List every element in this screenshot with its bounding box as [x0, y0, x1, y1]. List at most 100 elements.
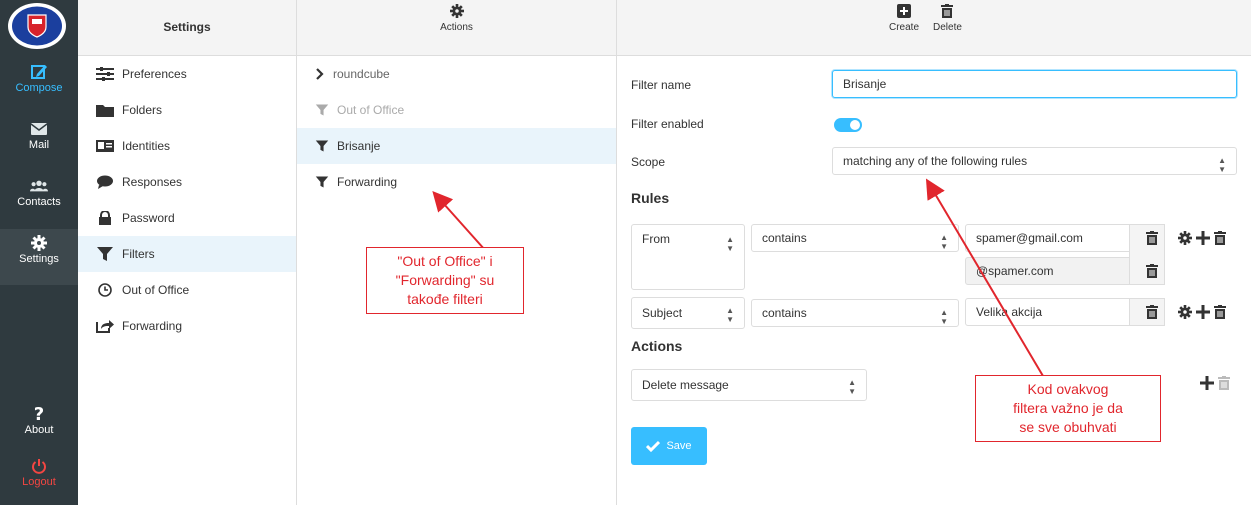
actions-title: Actions [631, 338, 683, 354]
settings-item-forwarding[interactable]: Forwarding [78, 308, 296, 344]
settings-item-filters[interactable]: Filters [78, 236, 296, 272]
callout-line: filtera važno je da [1013, 400, 1123, 416]
folder-icon [96, 105, 114, 117]
settings-title: Settings [163, 20, 211, 34]
filter-enabled-toggle[interactable] [834, 118, 862, 132]
filter-icon [315, 104, 329, 116]
gear-icon[interactable] [1178, 305, 1192, 319]
clock-icon [98, 283, 112, 297]
settings-list: Preferences Folders Identities Responses… [78, 56, 296, 344]
taskmenu: Compose Mail Contacts Settings ? About L… [0, 0, 78, 505]
scope-label: Scope [631, 155, 666, 169]
rule-value-input[interactable]: spamer@gmail.com [965, 224, 1147, 252]
rule-header-select[interactable]: From ▲ ▼ [631, 224, 745, 290]
save-button[interactable]: Save [631, 427, 707, 465]
trash-icon[interactable] [1146, 264, 1158, 278]
actions-menu-button[interactable]: Actions [297, 4, 616, 33]
mail-icon [30, 123, 48, 135]
comment-icon [97, 175, 113, 189]
sliders-icon [96, 67, 114, 81]
scope-select[interactable]: matching any of the following rules ▲ ▼ [832, 147, 1237, 175]
delete-button[interactable]: Delete [933, 4, 962, 33]
action-type-select[interactable]: Delete message ▲ ▼ [631, 369, 867, 401]
plus-icon[interactable] [1200, 376, 1214, 390]
filter-toolbar: Create Delete [617, 0, 1251, 56]
trash-icon[interactable] [1146, 305, 1158, 319]
settings-item-label: Password [122, 211, 175, 225]
about-label: About [24, 424, 54, 436]
trash-icon[interactable] [1146, 231, 1158, 245]
plus-square-icon [897, 4, 911, 18]
settings-item-out-of-office[interactable]: Out of Office [78, 272, 296, 308]
id-card-icon [96, 140, 114, 152]
settings-button[interactable]: Settings [0, 229, 78, 285]
plus-icon[interactable] [1196, 231, 1210, 245]
filter-item-label: Forwarding [337, 175, 398, 189]
callout-line: takođe filteri [407, 291, 483, 307]
filter-item-label: Out of Office [337, 103, 405, 117]
rule-op-select[interactable]: contains ▲ ▼ [751, 224, 959, 252]
filters-list: roundcube Out of Office Brisanje Forward… [297, 56, 616, 200]
filter-icon [97, 247, 113, 261]
select-arrow-icon: ▲ ▼ [1218, 156, 1226, 174]
trash-icon[interactable] [1214, 305, 1226, 319]
mail-button[interactable]: Mail [0, 115, 78, 171]
compose-button[interactable]: Compose [0, 58, 78, 114]
filter-name-value: Brisanje [843, 77, 887, 91]
contacts-button[interactable]: Contacts [0, 172, 78, 228]
delete-label: Delete [933, 22, 962, 33]
settings-item-folders[interactable]: Folders [78, 92, 296, 128]
filter-item-label: Brisanje [337, 139, 381, 153]
settings-item-responses[interactable]: Responses [78, 164, 296, 200]
select-arrow-icon: ▲ ▼ [848, 378, 856, 396]
filter-item-out-of-office[interactable]: Out of Office [297, 92, 616, 128]
settings-item-identities[interactable]: Identities [78, 128, 296, 164]
question-icon: ? [34, 404, 44, 422]
rule-value-input[interactable]: Velika akcija [965, 298, 1147, 326]
svg-text:?: ? [34, 404, 44, 422]
settings-item-label: Identities [122, 139, 171, 153]
check-icon [646, 440, 661, 452]
settings-item-password[interactable]: Password [78, 200, 296, 236]
logout-label: Logout [22, 476, 56, 488]
mail-label: Mail [28, 139, 50, 151]
callout-line: "Forwarding" su [395, 272, 495, 288]
filters-header: Actions [297, 0, 616, 56]
rule-header-select[interactable]: Subject ▲ ▼ [631, 297, 745, 329]
trash-icon [1218, 376, 1230, 390]
settings-item-label: Forwarding [122, 319, 183, 333]
gear-icon [31, 235, 47, 251]
filter-item-label: roundcube [333, 67, 390, 81]
create-label: Create [889, 22, 920, 33]
settings-item-preferences[interactable]: Preferences [78, 56, 296, 92]
callout-line: se sve obuhvati [1019, 419, 1117, 435]
settings-header: Settings [78, 0, 296, 56]
trash-icon [941, 4, 954, 18]
lock-icon [99, 211, 111, 225]
create-button[interactable]: Create [889, 4, 919, 33]
select-arrow-icon: ▲ ▼ [940, 233, 948, 251]
settings-item-label: Folders [122, 103, 163, 117]
trash-icon[interactable] [1214, 231, 1226, 245]
filter-item-brisanje[interactable]: Brisanje [297, 128, 616, 164]
logout-button[interactable]: Logout [0, 452, 78, 505]
filter-name-input[interactable]: Brisanje [832, 70, 1237, 98]
rule-op-select[interactable]: contains ▲ ▼ [751, 299, 959, 327]
settings-label: Settings [19, 253, 59, 265]
rule-value-input[interactable]: @spamer.com [965, 257, 1147, 285]
share-icon [96, 320, 114, 333]
gear-icon[interactable] [1178, 231, 1192, 245]
action-value: Delete message [642, 378, 729, 392]
filter-item-forwarding[interactable]: Forwarding [297, 164, 616, 200]
settings-item-label: Out of Office [122, 283, 190, 297]
plus-icon[interactable] [1196, 305, 1210, 319]
rule-header-value: From [642, 232, 670, 246]
scope-value: matching any of the following rules [843, 154, 1028, 168]
settings-item-label: Preferences [122, 67, 187, 81]
filter-set-roundcube[interactable]: roundcube [297, 56, 616, 92]
save-label: Save [666, 440, 692, 452]
settings-item-label: Filters [122, 247, 155, 261]
about-button[interactable]: ? About [0, 398, 78, 454]
annotation-callout-scope: Kod ovakvog filtera važno je da se sve o… [975, 375, 1161, 442]
actions-label: Actions [440, 22, 473, 33]
